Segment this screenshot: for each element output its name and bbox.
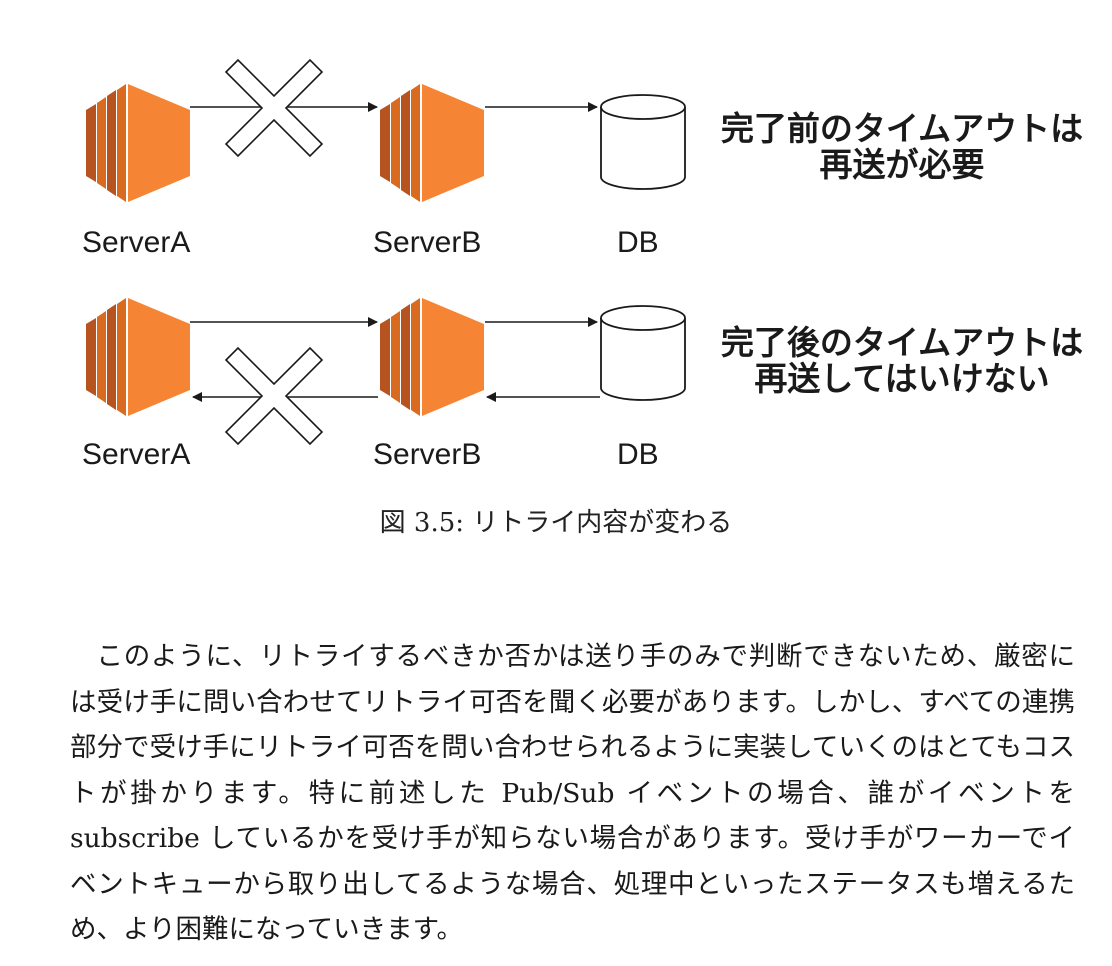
retry-diagram: ServerA ServerB DB 完了前のタイムアウトは 再送が必要 Ser… xyxy=(82,59,1083,471)
database-icon xyxy=(600,94,686,190)
cross-mark-icon xyxy=(225,59,323,157)
row-note-line-1: 完了前のタイムアウトは xyxy=(721,110,1083,147)
server-icon xyxy=(86,84,190,202)
db-label: DB xyxy=(617,438,659,471)
server-a-label: ServerA xyxy=(82,226,190,259)
server-icon xyxy=(380,298,484,416)
server-b-label: ServerB xyxy=(373,226,481,259)
cross-mark-icon xyxy=(225,347,323,445)
row-1: ServerA ServerB DB 完了前のタイムアウトは 再送が必要 xyxy=(82,59,1083,259)
body-paragraph: このように、リトライするべきか否かは送り手のみで判断できないため、厳密には受け手… xyxy=(70,641,1075,945)
server-icon xyxy=(380,84,484,202)
row-note-line-2: 再送してはいけない xyxy=(754,360,1049,397)
row-note-line-1: 完了後のタイムアウトは xyxy=(721,324,1083,361)
row-2: ServerA ServerB DB 完了後のタイムアウトは 再送してはいけない xyxy=(82,298,1083,471)
row-note-line-2: 再送が必要 xyxy=(820,146,985,183)
server-a-label: ServerA xyxy=(82,438,190,471)
db-label: DB xyxy=(617,226,659,259)
server-b-label: ServerB xyxy=(373,438,481,471)
server-icon xyxy=(86,298,190,416)
figure-caption: 図 3.5: リトライ内容が変わる xyxy=(379,508,733,538)
database-icon xyxy=(600,305,686,401)
